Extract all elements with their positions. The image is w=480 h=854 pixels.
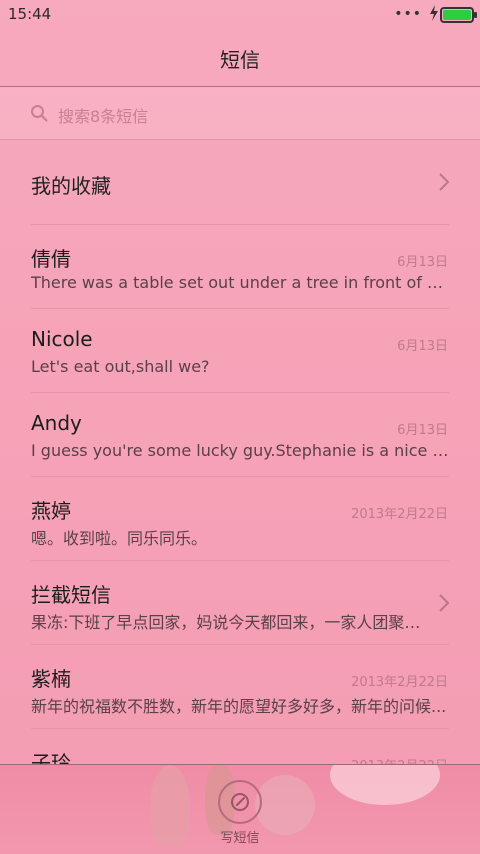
message-preview: 果冻:下班了早点回家，妈说今天都回来，一家人团聚过... <box>31 613 426 632</box>
battery-icon <box>440 7 477 23</box>
conversation-list[interactable]: 我的收藏 倩倩 6月13日 There was a table set out … <box>0 140 480 765</box>
message-preview: Let's eat out,shall we? <box>31 357 210 376</box>
title-bar: 短信 <box>0 28 480 87</box>
contact-name: 紫楠 <box>31 667 71 691</box>
conversation-item[interactable]: 燕婷 2013年2月22日 嗯。收到啦。同乐同乐。 <box>0 477 480 561</box>
signal-icon: ••• <box>394 6 422 22</box>
background-decoration <box>330 765 440 805</box>
contact-name: 子玲 <box>31 751 71 765</box>
charging-icon <box>430 5 438 21</box>
message-date: 2013年2月22日 <box>351 675 448 690</box>
message-date: 6月13日 <box>397 423 448 438</box>
favorites-item[interactable]: 我的收藏 <box>0 140 480 224</box>
status-bar: 15:44 ••• <box>0 0 480 28</box>
message-date: 2013年2月22日 <box>351 507 448 522</box>
contact-name: Nicole <box>31 327 93 351</box>
contact-name: 燕婷 <box>31 499 71 523</box>
message-preview: I guess you're some lucky guy.Stephanie … <box>31 441 449 460</box>
compose-button[interactable] <box>218 780 262 824</box>
search-bar[interactable]: 搜索8条短信 <box>0 87 480 140</box>
message-preview: There was a table set out under a tree i… <box>31 273 449 292</box>
chevron-right-icon <box>439 173 450 191</box>
favorites-label: 我的收藏 <box>31 174 111 198</box>
message-preview: 新年的祝福数不胜数，新年的愿望好多好多，新年的问候... <box>31 697 447 716</box>
conversation-item[interactable]: 倩倩 6月13日 There was a table set out under… <box>0 225 480 309</box>
status-time: 15:44 <box>8 5 52 23</box>
contact-name: 倩倩 <box>31 247 71 271</box>
contact-name: 拦截短信 <box>31 583 111 607</box>
search-icon <box>31 105 48 122</box>
message-date: 6月13日 <box>397 339 448 354</box>
search-placeholder: 搜索8条短信 <box>58 107 149 126</box>
compose-icon <box>231 793 249 811</box>
message-date: 6月13日 <box>397 255 448 270</box>
background-decoration <box>255 775 315 835</box>
blocked-messages-item[interactable]: 拦截短信 果冻:下班了早点回家，妈说今天都回来，一家人团聚过... <box>0 561 480 645</box>
conversation-item[interactable]: 紫楠 2013年2月22日 新年的祝福数不胜数，新年的愿望好多好多，新年的问候.… <box>0 645 480 729</box>
bottom-bar: 写短信 <box>0 764 480 854</box>
chevron-right-icon <box>439 594 450 612</box>
compose-label[interactable]: 写短信 <box>0 827 480 846</box>
conversation-item[interactable]: Nicole 6月13日 Let's eat out,shall we? <box>0 309 480 393</box>
contact-name: Andy <box>31 411 82 435</box>
page-title: 短信 <box>220 48 260 72</box>
message-preview: 嗯。收到啦。同乐同乐。 <box>31 529 208 548</box>
conversation-item[interactable]: Andy 6月13日 I guess you're some lucky guy… <box>0 393 480 477</box>
conversation-item[interactable]: 子玲 2013年2月22日 <box>0 729 480 765</box>
